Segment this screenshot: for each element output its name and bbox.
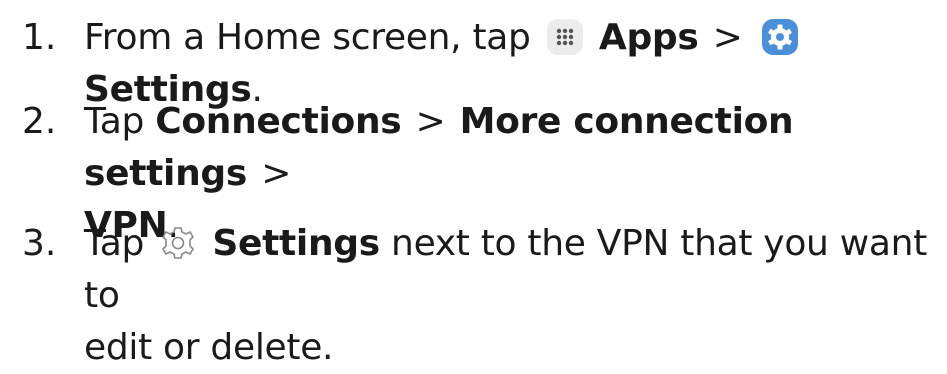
step-prefix: From a Home screen, tap bbox=[84, 17, 531, 58]
step-number: 1. bbox=[22, 17, 57, 58]
separator: > bbox=[261, 153, 292, 194]
separator: > bbox=[415, 101, 446, 142]
step-number: 2. bbox=[22, 101, 57, 142]
apps-grid-icon bbox=[546, 19, 583, 55]
settings-label: Settings bbox=[212, 223, 380, 264]
connections-label: Connections bbox=[155, 101, 402, 142]
step-rest-line2: edit or delete. bbox=[84, 327, 334, 368]
step-rest-line1: next to the VPN that you want to bbox=[84, 223, 927, 316]
separator: > bbox=[712, 17, 743, 58]
instruction-steps: 1. From a Home screen, tap Apps > Settin… bbox=[0, 0, 947, 368]
apps-label: Apps bbox=[598, 17, 699, 58]
step-prefix: Tap bbox=[84, 101, 145, 142]
step-number: 3. bbox=[22, 223, 57, 264]
settings-gear-icon bbox=[761, 19, 798, 55]
settings-outline-icon bbox=[162, 227, 195, 259]
step-text: Tap Settings next to the VPN that you wa… bbox=[84, 218, 944, 374]
step-prefix: Tap bbox=[84, 223, 145, 264]
